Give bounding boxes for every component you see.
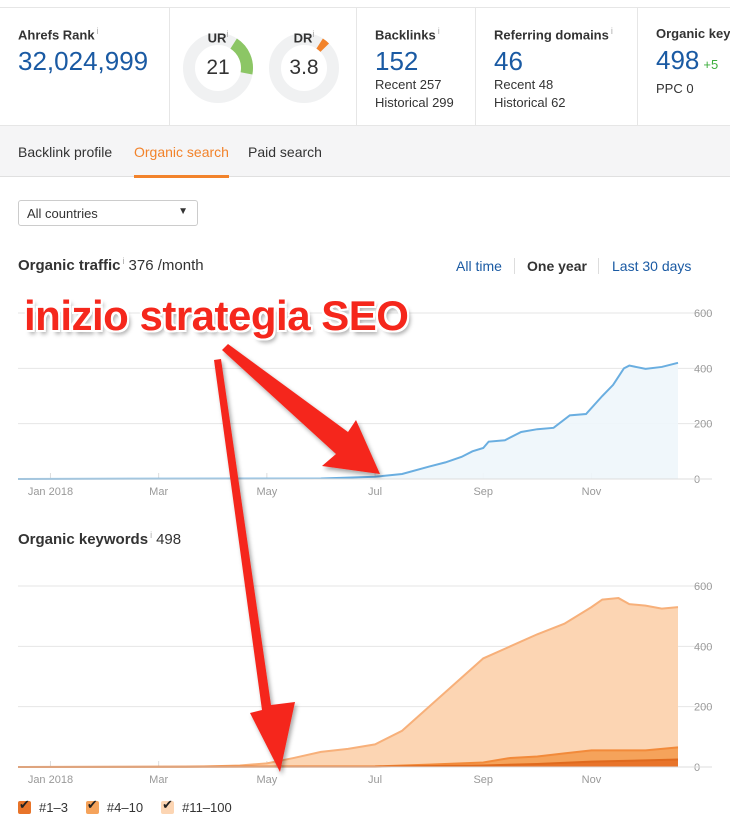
x-tick-label: Jul bbox=[368, 486, 382, 498]
tab-paid-search[interactable]: Paid search bbox=[248, 144, 322, 160]
annotation-label: inizio strategia SEO bbox=[24, 292, 409, 339]
backlinks-historical: Historical 299 bbox=[375, 95, 454, 111]
metrics-row: Ahrefs Rank i 32,024,999 URi 21 DRi 3.8 B… bbox=[0, 7, 730, 126]
range-divider bbox=[598, 258, 599, 274]
y-tick-label: 600 bbox=[694, 308, 712, 320]
backlinks-value[interactable]: 152 bbox=[375, 46, 475, 76]
range-divider bbox=[514, 258, 515, 274]
tab-backlink-profile[interactable]: Backlink profile bbox=[18, 144, 112, 160]
y-tick-label: 400 bbox=[694, 363, 712, 375]
y-tick-label: 200 bbox=[694, 419, 712, 431]
organic-traffic-title: Organic traffic bbox=[18, 257, 121, 274]
info-icon[interactable]: i bbox=[312, 29, 314, 39]
y-tick-label: 400 bbox=[694, 641, 712, 653]
x-tick-label: Mar bbox=[149, 486, 168, 498]
backlinks-label: Backlinks i bbox=[375, 26, 440, 43]
dr-label: DRi bbox=[293, 29, 315, 46]
organic-keywords-value[interactable]: 498 bbox=[656, 45, 699, 75]
info-icon[interactable]: i bbox=[123, 256, 125, 266]
backlinks-card: Backlinks i 152 Recent 257 Historical 299 bbox=[357, 8, 476, 126]
referring-domains-card: Referring domains i 46 Recent 48 Historic… bbox=[476, 8, 638, 126]
keywords-legend: #1–3 #4–10 #11–100 bbox=[18, 797, 232, 815]
x-tick-label: Nov bbox=[582, 774, 602, 786]
x-tick-label: Jul bbox=[368, 774, 382, 786]
referring-domains-recent: Recent 48 bbox=[494, 77, 554, 93]
series-area-Organictraffic bbox=[18, 362, 678, 479]
y-tick-label: 600 bbox=[694, 581, 712, 593]
legend-item-top3[interactable]: #1–3 bbox=[18, 797, 68, 815]
ur-dr-card: URi 21 DRi 3.8 bbox=[170, 8, 357, 126]
info-icon[interactable]: i bbox=[438, 26, 440, 36]
ahrefs-rank-card: Ahrefs Rank i 32,024,999 bbox=[0, 8, 170, 126]
organic-keywords-label: Organic keyw bbox=[656, 26, 730, 41]
organic-traffic-header: Organic traffic i 376 /month bbox=[18, 256, 204, 274]
info-icon[interactable]: i bbox=[97, 26, 99, 36]
checkbox-icon[interactable] bbox=[161, 797, 175, 814]
y-tick-label: 0 bbox=[694, 762, 700, 774]
info-icon[interactable]: i bbox=[226, 29, 228, 39]
info-icon[interactable]: i bbox=[611, 26, 613, 36]
organic-keywords-ppc: PPC 0 bbox=[656, 81, 694, 96]
x-tick-label: Nov bbox=[582, 486, 602, 498]
x-tick-label: May bbox=[256, 486, 277, 498]
dr-value: 3.8 bbox=[289, 56, 319, 79]
backlinks-recent: Recent 257 bbox=[375, 77, 442, 93]
y-tick-label: 0 bbox=[694, 474, 700, 486]
organic-keywords-delta: +5 bbox=[703, 57, 719, 72]
legend-label: #11–100 bbox=[182, 800, 232, 815]
organic-traffic-value: 376 /month bbox=[128, 257, 204, 274]
legend-item-11-100[interactable]: #11–100 bbox=[161, 797, 232, 815]
referring-domains-label: Referring domains i bbox=[494, 26, 613, 43]
x-tick-label: Sep bbox=[473, 774, 493, 786]
organic-keywords-title: Organic keywords bbox=[18, 531, 149, 548]
range-all-time[interactable]: All time bbox=[456, 258, 502, 274]
country-select-value: All countries bbox=[27, 206, 98, 221]
x-tick-label: Jan 2018 bbox=[28, 774, 73, 786]
referring-domains-value[interactable]: 46 bbox=[494, 46, 637, 76]
country-select[interactable]: All countries ▼ bbox=[18, 200, 198, 226]
range-last-30-days[interactable]: Last 30 days bbox=[612, 258, 691, 274]
chevron-down-icon: ▼ bbox=[178, 206, 188, 217]
y-tick-label: 200 bbox=[694, 702, 712, 714]
series-area-11100 bbox=[18, 598, 678, 767]
organic-keywords-card: Organic keyw 498 +5 PPC 0 bbox=[638, 8, 730, 126]
checkbox-icon[interactable] bbox=[18, 797, 31, 814]
x-tick-label: Jan 2018 bbox=[28, 486, 73, 498]
dr-gauge[interactable]: DRi 3.8 bbox=[268, 29, 340, 104]
organic-keywords-chart[interactable]: 0 200 400 600 Jan 2018 Mar May Jul Sep Nov bbox=[0, 565, 730, 795]
legend-label: #4–10 bbox=[106, 800, 144, 815]
x-tick-label: May bbox=[256, 774, 277, 786]
organic-keywords-count: 498 bbox=[156, 531, 182, 548]
referring-domains-historical: Historical 62 bbox=[494, 95, 566, 111]
tabs-bar: Backlink profile Organic search Paid sea… bbox=[0, 125, 730, 178]
organic-keywords-value-row: 498 +5 bbox=[656, 45, 730, 80]
ur-gauge[interactable]: URi 21 bbox=[182, 29, 254, 104]
range-one-year[interactable]: One year bbox=[527, 258, 587, 274]
legend-label: #1–3 bbox=[39, 800, 68, 815]
checkbox-icon[interactable] bbox=[85, 797, 99, 814]
ahrefs-rank-label: Ahrefs Rank i bbox=[18, 26, 99, 43]
tab-organic-search[interactable]: Organic search bbox=[134, 144, 229, 178]
legend-item-4-10[interactable]: #4–10 bbox=[85, 797, 144, 815]
ur-value: 21 bbox=[206, 56, 230, 79]
x-tick-label: Mar bbox=[149, 774, 168, 786]
ur-label: URi bbox=[207, 29, 229, 46]
x-tick-label: Sep bbox=[473, 486, 493, 498]
ahrefs-rank-value[interactable]: 32,024,999 bbox=[18, 46, 169, 76]
organic-keywords-header: Organic keywords i 498 bbox=[18, 530, 181, 548]
info-icon[interactable]: i bbox=[150, 530, 152, 540]
